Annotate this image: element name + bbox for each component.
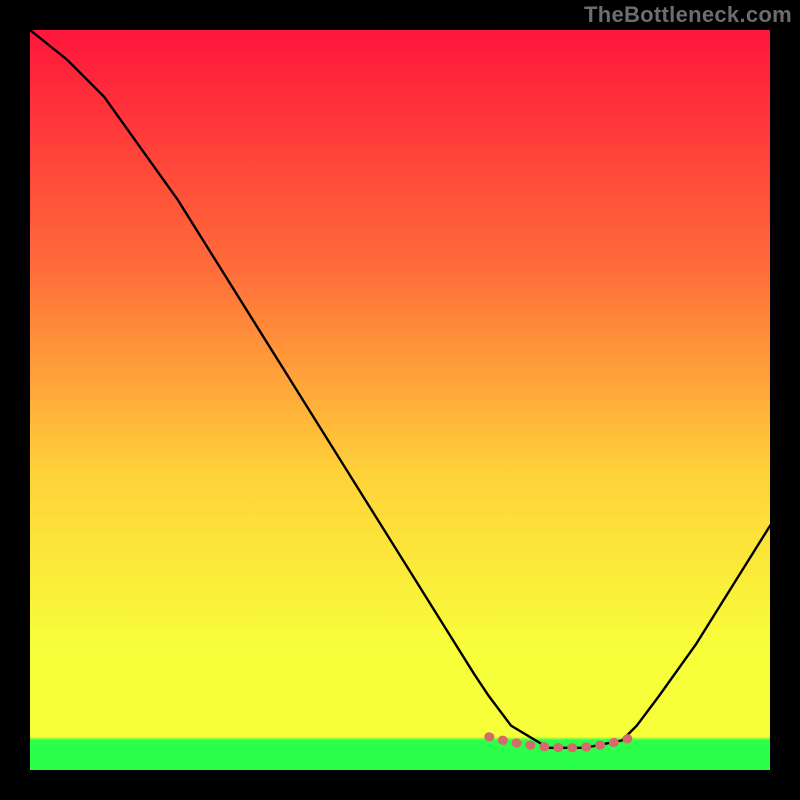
watermark-text: TheBottleneck.com	[584, 2, 792, 28]
plot-area	[30, 30, 770, 770]
chart-frame: TheBottleneck.com	[0, 0, 800, 800]
gradient-background	[30, 30, 770, 770]
chart-svg	[30, 30, 770, 770]
